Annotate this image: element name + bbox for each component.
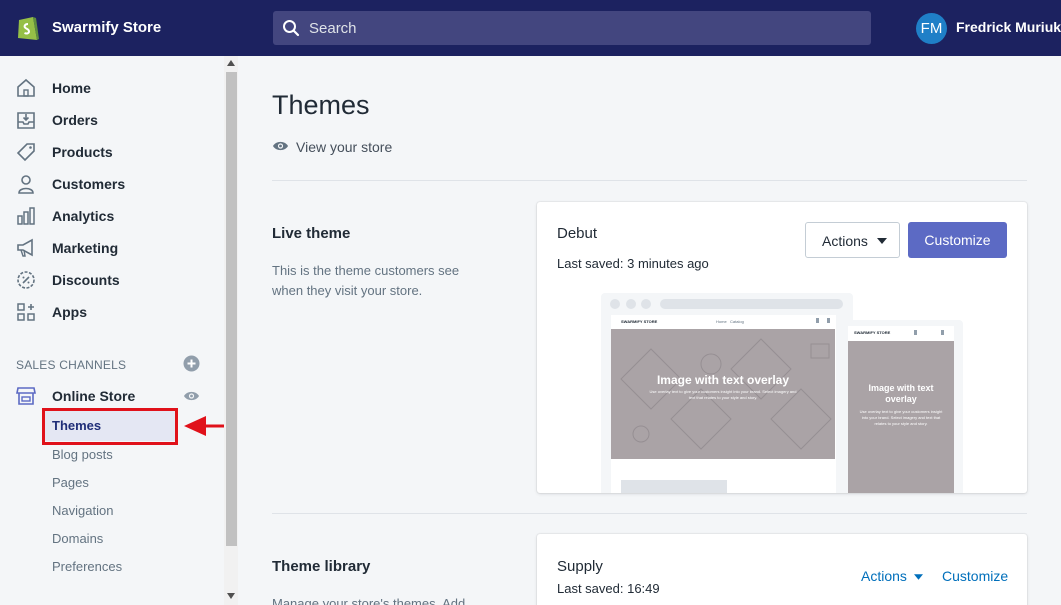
last-saved: Last saved: 16:49 bbox=[557, 581, 660, 596]
sidebar-item-label: Home bbox=[52, 80, 91, 96]
caret-down-icon bbox=[913, 574, 923, 580]
eye-icon bbox=[273, 141, 288, 151]
mobile-page: SWARMIFY STORE Image with text overlay U… bbox=[848, 326, 954, 493]
discount-icon bbox=[17, 271, 35, 289]
sidebar-item-customers[interactable]: Customers bbox=[0, 170, 224, 200]
sidebar-item-label: Apps bbox=[52, 304, 87, 320]
search-placeholder: Search bbox=[309, 20, 357, 37]
desktop-page: SWARMIFY STORE Home Catalog Image with t… bbox=[611, 315, 836, 493]
sidebar-item-label: Products bbox=[52, 144, 113, 160]
orders-icon bbox=[17, 112, 35, 129]
desktop-store-name: SWARMIFY STORE bbox=[621, 319, 658, 324]
browser-dot bbox=[641, 299, 651, 309]
sidebar-item-label: Discounts bbox=[52, 272, 120, 288]
live-theme-description: This is the theme customers see when the… bbox=[272, 263, 460, 298]
home-icon bbox=[17, 78, 35, 97]
sidebar-subitem-pages[interactable]: Pages bbox=[52, 475, 89, 490]
browser-dot bbox=[610, 299, 620, 309]
sidebar-subitem-preferences[interactable]: Preferences bbox=[52, 559, 122, 574]
annotation-highlight-box bbox=[42, 408, 178, 445]
sidebar-item-label: Orders bbox=[52, 112, 98, 128]
desktop-placeholder-block bbox=[621, 480, 727, 493]
store-icon bbox=[16, 387, 36, 405]
theme-name: Supply bbox=[557, 558, 603, 575]
avatar[interactable]: FM bbox=[916, 13, 947, 44]
scroll-down-icon[interactable] bbox=[227, 593, 235, 599]
mobile-preview: SWARMIFY STORE Image with text overlay U… bbox=[844, 320, 963, 493]
sidebar: Home Orders Products Customers Analytics bbox=[0, 56, 251, 605]
caret-down-icon bbox=[877, 238, 887, 244]
actions-dropdown-button[interactable]: Actions bbox=[805, 222, 900, 258]
page-title: Themes bbox=[272, 90, 370, 120]
customize-link[interactable]: Customize bbox=[942, 568, 1008, 584]
theme-preview[interactable]: SWARMIFY STORE Home Catalog Image with t… bbox=[601, 293, 963, 493]
person-icon bbox=[18, 175, 34, 194]
shopify-logo-icon[interactable] bbox=[16, 14, 40, 42]
tag-icon bbox=[16, 143, 35, 162]
desktop-nav: Home Catalog bbox=[716, 319, 744, 324]
hero-body: Use overlay text to give your customers … bbox=[649, 389, 797, 400]
last-saved: Last saved: 3 minutes ago bbox=[557, 256, 709, 271]
sidebar-item-marketing[interactable]: Marketing bbox=[0, 234, 224, 264]
sidebar-subitem-navigation[interactable]: Navigation bbox=[52, 503, 113, 518]
mobile-hero: Image with text overlay Use overlay text… bbox=[848, 341, 954, 493]
mobile-store-name: SWARMIFY STORE bbox=[854, 330, 891, 335]
browser-dot bbox=[626, 299, 636, 309]
customize-button[interactable]: Customize bbox=[908, 222, 1007, 258]
sidebar-subitem-blog-posts[interactable]: Blog posts bbox=[52, 447, 113, 462]
sidebar-subitem-domains[interactable]: Domains bbox=[52, 531, 103, 546]
customize-label: Customize bbox=[924, 232, 991, 248]
top-bar: Swarmify Store Search FM Fredrick Muriuk… bbox=[0, 0, 1061, 56]
mobile-hero-body: Use overlay text to give your customers … bbox=[859, 409, 943, 426]
desktop-header-icons bbox=[816, 318, 830, 323]
sidebar-item-home[interactable]: Home bbox=[0, 74, 224, 104]
store-name[interactable]: Swarmify Store bbox=[52, 19, 161, 36]
sidebar-item-label: Customers bbox=[52, 176, 126, 192]
actions-label: Actions bbox=[861, 568, 907, 584]
theme-library-card: Supply Last saved: 16:49 Actions Customi… bbox=[537, 534, 1027, 605]
view-store-label: View your store bbox=[296, 139, 393, 155]
megaphone-icon bbox=[17, 238, 33, 257]
add-channel-icon[interactable] bbox=[183, 355, 200, 372]
live-theme-card: Debut Last saved: 3 minutes ago Actions … bbox=[537, 202, 1027, 493]
mobile-header-icons bbox=[914, 330, 944, 335]
sidebar-item-discounts[interactable]: Discounts bbox=[0, 266, 224, 296]
theme-name: Debut bbox=[557, 225, 598, 242]
theme-library-heading: Theme library bbox=[272, 558, 371, 575]
actions-dropdown-link[interactable]: Actions bbox=[861, 568, 923, 584]
sidebar-item-analytics[interactable]: Analytics bbox=[0, 202, 224, 232]
user-name[interactable]: Fredrick Muriuki bbox=[956, 19, 1061, 35]
live-theme-heading: Live theme bbox=[272, 225, 351, 242]
bar-chart-icon bbox=[17, 207, 35, 225]
scrollbar-thumb[interactable] bbox=[226, 72, 237, 546]
apps-icon bbox=[17, 303, 35, 321]
sidebar-item-label: Analytics bbox=[52, 208, 115, 224]
sidebar-scrollbar[interactable] bbox=[224, 56, 238, 605]
sidebar-item-orders[interactable]: Orders bbox=[0, 106, 224, 136]
sidebar-item-products[interactable]: Products bbox=[0, 138, 224, 168]
sidebar-item-label: Marketing bbox=[52, 240, 119, 256]
sidebar-item-label: Online Store bbox=[52, 388, 136, 404]
divider bbox=[272, 513, 1027, 514]
theme-library-description: Manage your store's themes. Add bbox=[272, 596, 466, 605]
desktop-hero: Image with text overlay Use overlay text… bbox=[611, 329, 835, 459]
sales-channels-title: SALES CHANNELS bbox=[16, 358, 127, 372]
search-input[interactable]: Search bbox=[273, 11, 871, 45]
search-icon bbox=[283, 20, 300, 37]
scroll-up-icon[interactable] bbox=[227, 60, 235, 66]
eye-icon[interactable] bbox=[183, 390, 200, 402]
main-content: Themes View your store Live theme This i… bbox=[238, 56, 1061, 605]
hero-title: Image with text overlay bbox=[656, 373, 790, 387]
divider bbox=[272, 180, 1027, 181]
desktop-preview: SWARMIFY STORE Home Catalog Image with t… bbox=[601, 293, 853, 493]
mobile-hero-title: Image with text overlay bbox=[868, 383, 934, 404]
browser-address-bar bbox=[660, 299, 843, 309]
sidebar-item-apps[interactable]: Apps bbox=[0, 298, 224, 328]
actions-label: Actions bbox=[822, 233, 868, 249]
